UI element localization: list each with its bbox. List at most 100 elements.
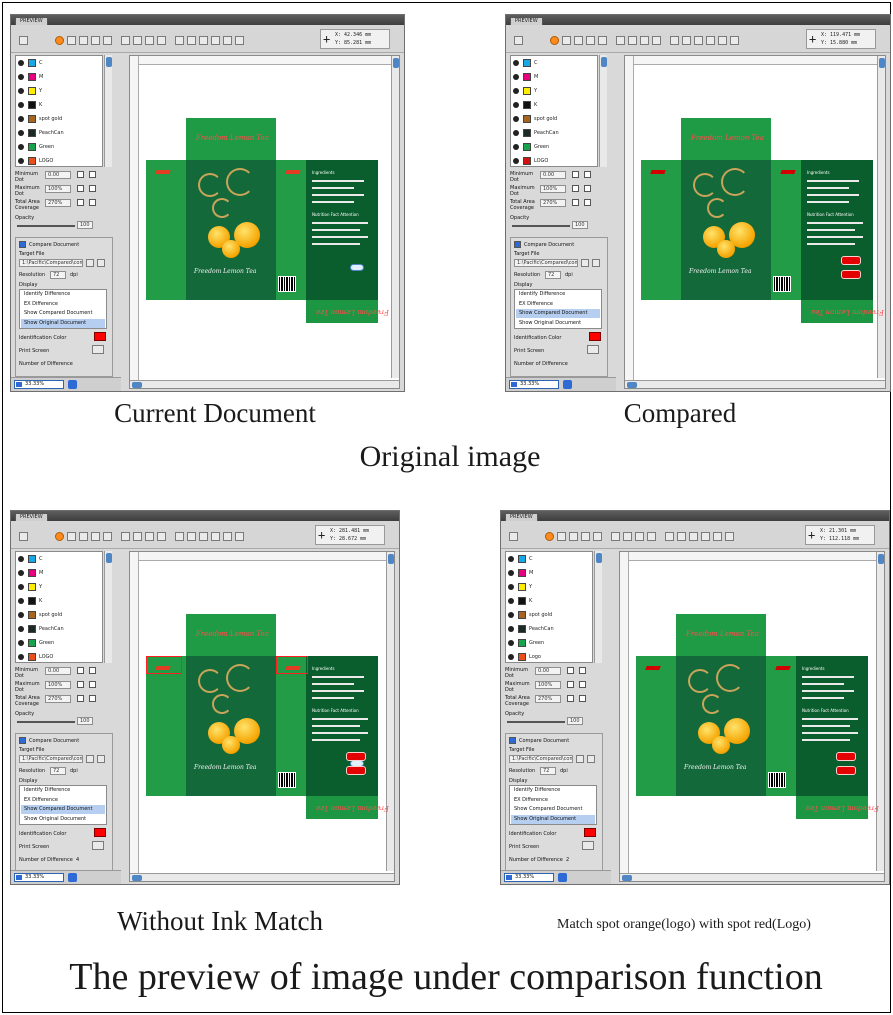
display-option[interactable]: EX Difference bbox=[21, 796, 105, 805]
eye-icon[interactable] bbox=[18, 130, 24, 136]
preview-canvas[interactable]: Freedom Lemon Tea Freedom Lemon Tea Ingred… bbox=[129, 551, 395, 882]
zoom-field[interactable]: 33.33% bbox=[504, 873, 554, 882]
param-value[interactable]: 0.00 bbox=[45, 667, 71, 675]
rotate-icon[interactable] bbox=[175, 36, 184, 45]
separation-tool-icon[interactable] bbox=[55, 36, 64, 45]
compare-icon[interactable] bbox=[682, 36, 691, 45]
zoom-field[interactable]: 33.33% bbox=[509, 380, 559, 389]
link-icon[interactable] bbox=[199, 36, 208, 45]
eyedropper-icon[interactable] bbox=[635, 532, 644, 541]
rotate-icon[interactable] bbox=[665, 532, 674, 541]
pen-icon[interactable] bbox=[211, 36, 220, 45]
ink-row[interactable]: K bbox=[16, 594, 102, 608]
pen-icon[interactable] bbox=[701, 532, 710, 541]
ink-row[interactable]: Y bbox=[16, 84, 102, 98]
eyedropper-icon[interactable] bbox=[640, 36, 649, 45]
eyedropper-icon[interactable] bbox=[145, 36, 154, 45]
tab-preview[interactable]: PREVIEW bbox=[15, 513, 48, 521]
browse-folder-icon[interactable] bbox=[581, 259, 589, 267]
eye-icon[interactable] bbox=[508, 598, 514, 604]
zoom-out-icon[interactable] bbox=[616, 36, 625, 45]
hand-icon[interactable] bbox=[623, 532, 632, 541]
param-value[interactable]: 0.00 bbox=[535, 667, 561, 675]
eye-icon[interactable] bbox=[18, 88, 24, 94]
ink-list-scrollbar[interactable] bbox=[599, 55, 607, 167]
link-icon[interactable] bbox=[694, 36, 703, 45]
refresh-icon[interactable] bbox=[587, 755, 595, 763]
param-checkbox-2[interactable] bbox=[89, 199, 96, 206]
eye-icon[interactable] bbox=[513, 88, 519, 94]
ink-row[interactable]: K bbox=[511, 98, 597, 112]
ink-row[interactable]: Green bbox=[16, 636, 102, 650]
eye-icon[interactable] bbox=[18, 598, 24, 604]
param-checkbox-2[interactable] bbox=[579, 695, 586, 702]
separation-tool-icon[interactable] bbox=[55, 532, 64, 541]
ink-row[interactable]: PeachCan bbox=[506, 622, 592, 636]
param-value[interactable]: 270% bbox=[45, 199, 71, 207]
compare-checkbox[interactable] bbox=[19, 737, 26, 744]
opacity-slider[interactable] bbox=[512, 225, 570, 227]
hand-icon[interactable] bbox=[628, 36, 637, 45]
param-checkbox[interactable] bbox=[77, 695, 84, 702]
param-checkbox-2[interactable] bbox=[584, 185, 591, 192]
title-bar[interactable] bbox=[506, 15, 890, 25]
display-option[interactable]: Identify Difference bbox=[511, 786, 595, 795]
scroll-thumb[interactable] bbox=[106, 57, 112, 67]
info-icon[interactable] bbox=[730, 36, 739, 45]
ink-row[interactable]: K bbox=[506, 594, 592, 608]
target-file-input[interactable]: 1:\Pacific\Compared\compare.ai bbox=[19, 259, 83, 267]
eye-icon[interactable] bbox=[18, 116, 24, 122]
display-option[interactable]: EX Difference bbox=[21, 300, 105, 309]
eye-icon[interactable] bbox=[513, 60, 519, 66]
param-checkbox-2[interactable] bbox=[89, 667, 96, 674]
param-checkbox-2[interactable] bbox=[89, 185, 96, 192]
param-checkbox[interactable] bbox=[572, 171, 579, 178]
target-file-input[interactable]: 1:\Pacific\Compared\compare.ai bbox=[19, 755, 83, 763]
resolution-input[interactable]: 72 bbox=[50, 767, 66, 775]
param-checkbox-2[interactable] bbox=[89, 171, 96, 178]
zoom-dropdown-icon[interactable] bbox=[563, 380, 572, 389]
panel-menu-icon[interactable] bbox=[19, 36, 28, 45]
scroll-thumb[interactable] bbox=[393, 58, 399, 68]
param-value[interactable]: 270% bbox=[540, 199, 566, 207]
param-checkbox[interactable] bbox=[572, 185, 579, 192]
info-icon[interactable] bbox=[235, 36, 244, 45]
panel-menu-icon[interactable] bbox=[509, 532, 518, 541]
trap-icon[interactable] bbox=[581, 532, 590, 541]
zoom-in-icon[interactable] bbox=[103, 36, 112, 45]
title-bar[interactable] bbox=[11, 511, 399, 521]
pen-icon[interactable] bbox=[211, 532, 220, 541]
measure-icon[interactable] bbox=[647, 532, 656, 541]
scroll-thumb[interactable] bbox=[601, 57, 607, 67]
zoom-out-icon[interactable] bbox=[611, 532, 620, 541]
param-checkbox-2[interactable] bbox=[89, 681, 96, 688]
eye-icon[interactable] bbox=[18, 60, 24, 66]
ink-row[interactable]: PeachCan bbox=[511, 126, 597, 140]
eye-icon[interactable] bbox=[508, 570, 514, 576]
hand-icon[interactable] bbox=[133, 36, 142, 45]
opacity-slider[interactable] bbox=[17, 721, 75, 723]
ink-row[interactable]: PeachCan bbox=[16, 622, 102, 636]
scroll-thumb[interactable] bbox=[132, 382, 142, 388]
eye-icon[interactable] bbox=[513, 158, 519, 164]
zoom-out-icon[interactable] bbox=[121, 532, 130, 541]
eye-icon[interactable] bbox=[18, 626, 24, 632]
print-screen-button[interactable] bbox=[92, 841, 104, 850]
separation-tool-icon[interactable] bbox=[545, 532, 554, 541]
ink-row[interactable]: LOGO bbox=[16, 154, 102, 166]
canvas-h-scrollbar[interactable] bbox=[130, 380, 399, 388]
preview-canvas[interactable]: Freedom Lemon Tea Freedom Lemon Tea Ingred… bbox=[129, 55, 400, 389]
ink-row[interactable]: M bbox=[506, 566, 592, 580]
param-checkbox[interactable] bbox=[77, 171, 84, 178]
display-option[interactable]: Show Compared Document bbox=[21, 309, 105, 318]
eye-icon[interactable] bbox=[508, 556, 514, 562]
canvas-v-scrollbar[interactable] bbox=[386, 552, 394, 871]
scroll-thumb[interactable] bbox=[622, 875, 632, 881]
measure-icon[interactable] bbox=[157, 36, 166, 45]
ink-row[interactable]: M bbox=[511, 70, 597, 84]
param-checkbox[interactable] bbox=[567, 695, 574, 702]
zoom-out-icon[interactable] bbox=[121, 36, 130, 45]
param-value[interactable]: 100% bbox=[45, 681, 71, 689]
ink-row[interactable]: spot gold bbox=[16, 608, 102, 622]
ink-row[interactable]: C bbox=[511, 56, 597, 70]
